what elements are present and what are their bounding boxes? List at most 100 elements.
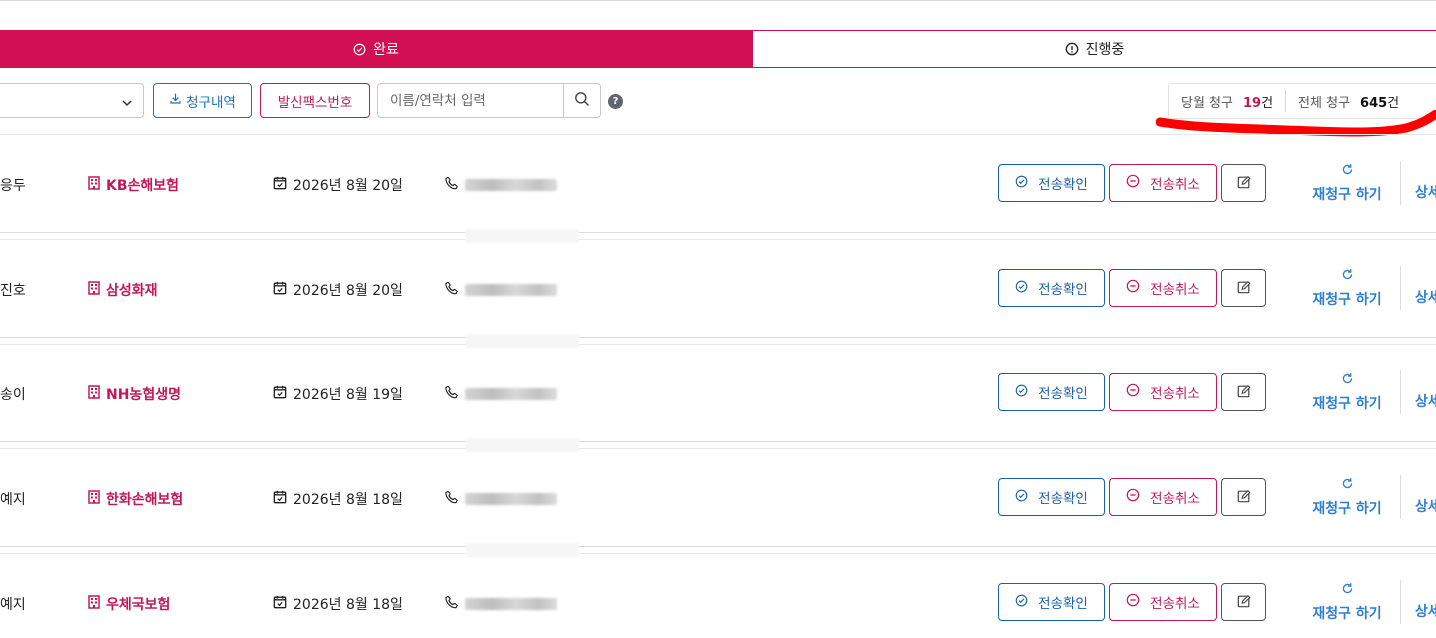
insurer[interactable]: 한화손해보험 — [88, 489, 183, 509]
action-divider — [1400, 580, 1401, 624]
phone-number-redacted — [465, 387, 557, 400]
reclaim-button[interactable]: 재청구 하기 — [1300, 268, 1394, 309]
send-cancel-label: 전송취소 — [1150, 596, 1200, 612]
check-circle-icon — [1015, 175, 1028, 192]
send-confirm-button[interactable]: 전송확인 — [998, 373, 1105, 411]
minus-circle-icon — [1126, 593, 1140, 611]
detail-link[interactable]: 상세 — [1415, 391, 1436, 411]
help-symbol: ? — [612, 96, 619, 107]
send-cancel-button[interactable]: 전송취소 — [1109, 478, 1217, 516]
reclaim-button[interactable]: 재청구 하기 — [1300, 582, 1394, 623]
minus-circle-icon — [1126, 279, 1140, 297]
claim-row: 진호 삼성화재 2026년 8월 20일 전송확인 전송취소 재청구 하기 상세 — [0, 240, 1436, 348]
building-icon — [88, 385, 100, 403]
send-cancel-button[interactable]: 전송취소 — [1109, 269, 1217, 307]
insurer-name: 한화손해보험 — [106, 492, 184, 508]
claim-date: 2026년 8월 19일 — [273, 384, 403, 404]
insurer-name: 삼성화재 — [106, 283, 158, 299]
detail-link[interactable]: 상세 — [1415, 496, 1436, 516]
send-cancel-button[interactable]: 전송취소 — [1109, 583, 1217, 621]
tab-in-progress[interactable]: 진행중 — [752, 30, 1436, 68]
refresh-icon — [1341, 372, 1354, 389]
check-circle-icon — [1015, 280, 1028, 297]
action-divider — [1400, 161, 1401, 205]
sender-fax-button[interactable]: 발신팩스번호 — [260, 83, 370, 118]
edit-button[interactable] — [1221, 269, 1266, 307]
contact-phone — [445, 489, 557, 508]
send-cancel-button[interactable]: 전송취소 — [1109, 373, 1217, 411]
search-input[interactable] — [377, 83, 565, 118]
send-confirm-button[interactable]: 전송확인 — [998, 269, 1105, 307]
send-confirm-button[interactable]: 전송확인 — [998, 478, 1105, 516]
claim-history-button[interactable]: 청구내역 — [153, 83, 252, 118]
minus-circle-icon — [1126, 383, 1140, 401]
send-confirm-label: 전송확인 — [1038, 386, 1088, 402]
edit-button[interactable] — [1221, 583, 1266, 621]
calendar-check-icon — [273, 281, 287, 299]
send-cancel-label: 전송취소 — [1150, 177, 1200, 193]
phone-number-redacted — [465, 178, 557, 191]
patient-name: 송이 — [0, 387, 26, 403]
filter-select[interactable] — [0, 83, 144, 118]
stat-month-label: 당월 청구 — [1181, 95, 1233, 111]
calendar-check-icon — [273, 490, 287, 508]
calendar-check-icon — [273, 385, 287, 403]
claim-date: 2026년 8월 20일 — [273, 175, 403, 195]
claim-history-label: 청구내역 — [186, 94, 236, 111]
detail-link[interactable]: 상세 — [1415, 182, 1436, 202]
reclaim-label: 재청구 하기 — [1312, 501, 1382, 517]
stat-month-count: 19 — [1242, 95, 1262, 111]
download-icon — [169, 92, 182, 109]
reclaim-label: 재청구 하기 — [1312, 292, 1382, 308]
help-icon[interactable]: ? — [608, 94, 623, 109]
detail-link[interactable]: 상세 — [1415, 287, 1436, 307]
refresh-icon — [1341, 163, 1354, 180]
exclamation-circle-icon — [1065, 42, 1079, 56]
building-icon — [88, 490, 100, 508]
send-cancel-label: 전송취소 — [1150, 282, 1200, 298]
row-divider — [0, 337, 1436, 338]
contact-phone — [445, 384, 557, 403]
tab-done[interactable]: 완료 — [0, 30, 752, 68]
edit-icon — [1237, 279, 1251, 298]
send-cancel-button[interactable]: 전송취소 — [1109, 164, 1217, 202]
reclaim-button[interactable]: 재청구 하기 — [1300, 372, 1394, 413]
stat-total-label: 전체 청구 — [1298, 95, 1351, 111]
send-confirm-button[interactable]: 전송확인 — [998, 583, 1105, 621]
edit-icon — [1237, 593, 1251, 612]
refresh-icon — [1341, 582, 1354, 599]
send-confirm-label: 전송확인 — [1038, 596, 1088, 612]
row-divider — [0, 232, 1436, 233]
reclaim-label: 재청구 하기 — [1312, 606, 1382, 622]
building-icon — [88, 176, 100, 194]
reclaim-button[interactable]: 재청구 하기 — [1300, 163, 1394, 204]
stat-month: 당월 청구 19건 — [1169, 92, 1285, 111]
send-cancel-label: 전송취소 — [1150, 386, 1200, 402]
patient-name: 응두 — [0, 178, 26, 194]
stat-total-unit: 건 — [1387, 95, 1400, 111]
search-button[interactable] — [563, 83, 601, 118]
phone-number-redacted — [465, 283, 557, 296]
stat-total: 전체 청구 645건 — [1286, 92, 1411, 111]
insurer[interactable]: KB손해보험 — [88, 175, 179, 195]
insurer[interactable]: 삼성화재 — [88, 280, 158, 300]
edit-button[interactable] — [1221, 164, 1266, 202]
claim-date-text: 2026년 8월 20일 — [293, 178, 403, 194]
reclaim-button[interactable]: 재청구 하기 — [1300, 477, 1394, 518]
edit-button[interactable] — [1221, 373, 1266, 411]
send-confirm-label: 전송확인 — [1038, 491, 1088, 507]
insurer[interactable]: 우체국보험 — [88, 594, 170, 614]
send-confirm-button[interactable]: 전송확인 — [998, 164, 1105, 202]
send-confirm-label: 전송확인 — [1038, 177, 1088, 193]
contact-phone — [445, 280, 557, 299]
status-tabs: 완료 진행중 — [0, 30, 1436, 68]
edit-button[interactable] — [1221, 478, 1266, 516]
send-cancel-label: 전송취소 — [1150, 491, 1200, 507]
calendar-check-icon — [273, 595, 287, 613]
claim-date-text: 2026년 8월 19일 — [293, 387, 403, 403]
detail-link[interactable]: 상세 — [1415, 601, 1436, 621]
contact-phone — [445, 175, 557, 194]
check-circle-icon — [353, 43, 366, 56]
insurer[interactable]: NH농협생명 — [88, 384, 181, 404]
claim-date: 2026년 8월 20일 — [273, 280, 403, 300]
